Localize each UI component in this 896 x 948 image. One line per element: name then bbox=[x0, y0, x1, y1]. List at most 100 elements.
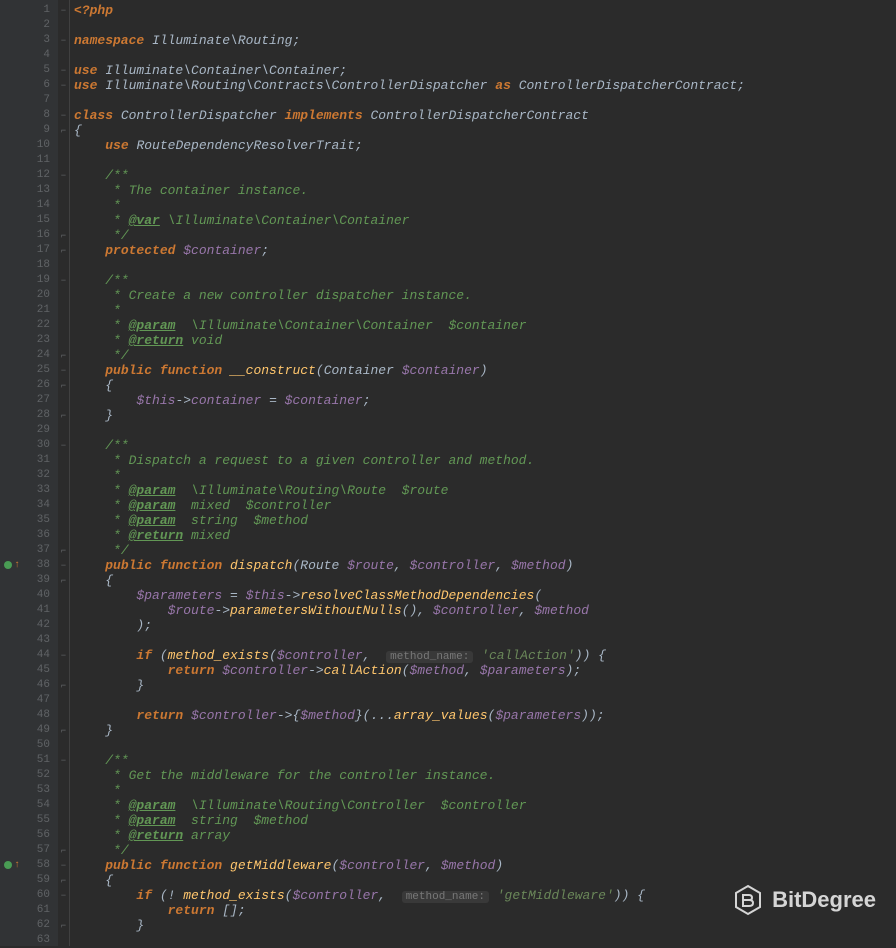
line-number[interactable]: 35 bbox=[18, 513, 58, 528]
fold-marker[interactable]: ⌐ bbox=[58, 873, 69, 888]
fold-marker[interactable]: ⌐ bbox=[58, 243, 69, 258]
fold-marker[interactable]: ⌐ bbox=[58, 378, 69, 393]
code-line[interactable]: * @return array bbox=[74, 828, 896, 843]
code-line[interactable]: * bbox=[74, 468, 896, 483]
fold-marker[interactable]: − bbox=[58, 858, 69, 873]
line-number[interactable]: 11 bbox=[18, 153, 58, 168]
fold-marker[interactable] bbox=[58, 198, 69, 213]
code-line[interactable]: return $controller->{$method}(...array_v… bbox=[74, 708, 896, 723]
fold-marker[interactable] bbox=[58, 903, 69, 918]
line-number[interactable]: 49 bbox=[18, 723, 58, 738]
code-line[interactable]: * @return mixed bbox=[74, 528, 896, 543]
fold-marker[interactable] bbox=[58, 618, 69, 633]
fold-gutter[interactable]: −−−−−⌐−⌐⌐−⌐−⌐⌐−⌐−⌐−⌐⌐−⌐−⌐−⌐ bbox=[58, 0, 70, 946]
line-number[interactable]: 16 bbox=[18, 228, 58, 243]
line-number[interactable]: 31 bbox=[18, 453, 58, 468]
line-number[interactable]: 26 bbox=[18, 378, 58, 393]
line-number[interactable]: 62 bbox=[18, 918, 58, 933]
fold-marker[interactable]: − bbox=[58, 3, 69, 18]
fold-marker[interactable] bbox=[58, 393, 69, 408]
fold-marker[interactable]: − bbox=[58, 648, 69, 663]
code-line[interactable]: ); bbox=[74, 618, 896, 633]
code-line[interactable] bbox=[74, 423, 896, 438]
fold-marker[interactable] bbox=[58, 453, 69, 468]
code-line[interactable]: namespace Illuminate\Routing; bbox=[74, 33, 896, 48]
line-number[interactable]: 53 bbox=[18, 783, 58, 798]
code-line[interactable]: } bbox=[74, 678, 896, 693]
fold-marker[interactable] bbox=[58, 258, 69, 273]
code-line[interactable]: * @param string $method bbox=[74, 513, 896, 528]
line-number[interactable]: 40 bbox=[18, 588, 58, 603]
code-line[interactable]: * @param \Illuminate\Container\Container… bbox=[74, 318, 896, 333]
code-line[interactable]: } bbox=[74, 408, 896, 423]
code-line[interactable] bbox=[74, 633, 896, 648]
fold-marker[interactable]: ⌐ bbox=[58, 123, 69, 138]
code-line[interactable]: public function dispatch(Route $route, $… bbox=[74, 558, 896, 573]
fold-marker[interactable]: ⌐ bbox=[58, 348, 69, 363]
code-line[interactable] bbox=[74, 258, 896, 273]
code-line[interactable]: return $controller->callAction($method, … bbox=[74, 663, 896, 678]
line-number[interactable]: 41 bbox=[18, 603, 58, 618]
code-line[interactable]: $route->parametersWithoutNulls(), $contr… bbox=[74, 603, 896, 618]
code-line[interactable]: { bbox=[74, 123, 896, 138]
line-number[interactable]: 47 bbox=[18, 693, 58, 708]
line-number[interactable]: 46 bbox=[18, 678, 58, 693]
fold-marker[interactable] bbox=[58, 333, 69, 348]
line-number[interactable]: 2 bbox=[18, 18, 58, 33]
line-number[interactable]: 7 bbox=[18, 93, 58, 108]
code-line[interactable]: use Illuminate\Routing\Contracts\Control… bbox=[74, 78, 896, 93]
fold-marker[interactable] bbox=[58, 93, 69, 108]
fold-marker[interactable] bbox=[58, 768, 69, 783]
fold-marker[interactable]: − bbox=[58, 438, 69, 453]
code-line[interactable]: $parameters = $this->resolveClassMethodD… bbox=[74, 588, 896, 603]
line-number[interactable]: 42 bbox=[18, 618, 58, 633]
line-number[interactable]: 43 bbox=[18, 633, 58, 648]
line-number[interactable]: 36 bbox=[18, 528, 58, 543]
code-line[interactable]: /** bbox=[74, 168, 896, 183]
line-number[interactable]: 10 bbox=[18, 138, 58, 153]
code-line[interactable]: use Illuminate\Container\Container; bbox=[74, 63, 896, 78]
fold-marker[interactable] bbox=[58, 498, 69, 513]
line-number[interactable]: 44 bbox=[18, 648, 58, 663]
code-line[interactable]: use RouteDependencyResolverTrait; bbox=[74, 138, 896, 153]
code-line[interactable]: * bbox=[74, 198, 896, 213]
code-line[interactable]: * @param mixed $controller bbox=[74, 498, 896, 513]
code-line[interactable]: /** bbox=[74, 753, 896, 768]
line-number[interactable]: 13 bbox=[18, 183, 58, 198]
code-line[interactable]: */ bbox=[74, 348, 896, 363]
line-number[interactable]: 29 bbox=[18, 423, 58, 438]
fold-marker[interactable] bbox=[58, 828, 69, 843]
fold-marker[interactable]: − bbox=[58, 888, 69, 903]
code-line[interactable]: */ bbox=[74, 543, 896, 558]
fold-marker[interactable] bbox=[58, 153, 69, 168]
line-number[interactable]: 12 bbox=[18, 168, 58, 183]
line-number[interactable]: 32 bbox=[18, 468, 58, 483]
line-number[interactable]: 30 bbox=[18, 438, 58, 453]
line-number[interactable]: 45 bbox=[18, 663, 58, 678]
line-number[interactable]: 9 bbox=[18, 123, 58, 138]
code-editor[interactable]: 1234567891011121314151617181920212223242… bbox=[0, 0, 896, 946]
fold-marker[interactable] bbox=[58, 18, 69, 33]
fold-marker[interactable]: − bbox=[58, 558, 69, 573]
line-number[interactable]: 52 bbox=[18, 768, 58, 783]
line-number[interactable]: 48 bbox=[18, 708, 58, 723]
fold-marker[interactable]: ⌐ bbox=[58, 918, 69, 933]
code-line[interactable]: * @param string $method bbox=[74, 813, 896, 828]
code-line[interactable]: * @param \Illuminate\Routing\Route $rout… bbox=[74, 483, 896, 498]
code-line[interactable] bbox=[74, 153, 896, 168]
fold-marker[interactable]: ⌐ bbox=[58, 543, 69, 558]
fold-marker[interactable]: − bbox=[58, 753, 69, 768]
line-number[interactable]: 4 bbox=[18, 48, 58, 63]
code-line[interactable]: * bbox=[74, 303, 896, 318]
fold-marker[interactable] bbox=[58, 798, 69, 813]
line-number[interactable]: 58 bbox=[18, 858, 58, 873]
fold-marker[interactable] bbox=[58, 483, 69, 498]
code-line[interactable]: { bbox=[74, 378, 896, 393]
line-number[interactable]: 5 bbox=[18, 63, 58, 78]
fold-marker[interactable] bbox=[58, 303, 69, 318]
fold-marker[interactable]: ⌐ bbox=[58, 723, 69, 738]
code-line[interactable]: public function __construct(Container $c… bbox=[74, 363, 896, 378]
line-number[interactable]: 54 bbox=[18, 798, 58, 813]
fold-marker[interactable]: − bbox=[58, 363, 69, 378]
line-number[interactable]: 57 bbox=[18, 843, 58, 858]
